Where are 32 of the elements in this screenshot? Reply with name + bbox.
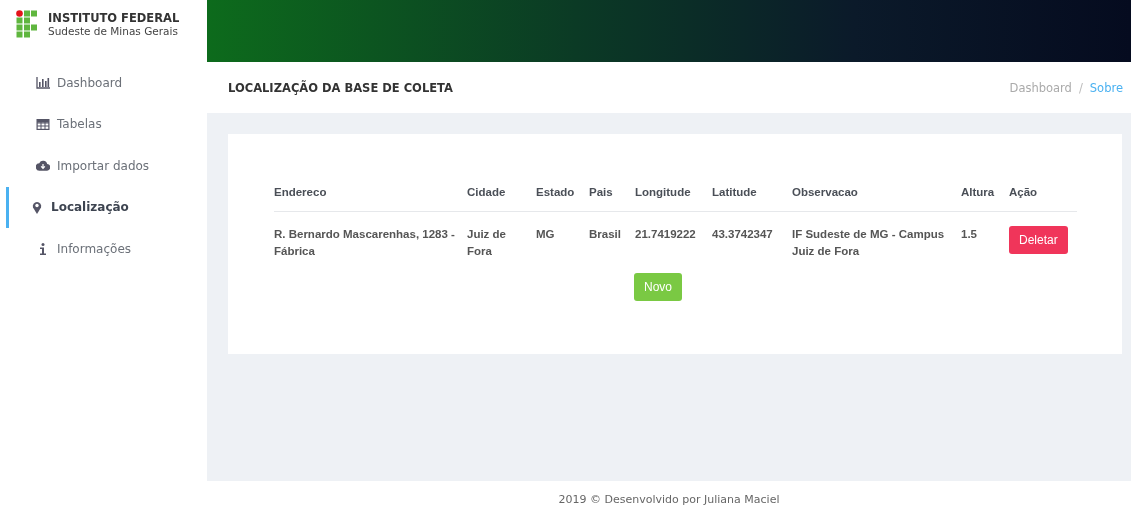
column-header: Latitude [712, 186, 757, 198]
column-header: Endereco [274, 186, 327, 198]
sidebar-item[interactable]: Importar dados [6, 145, 207, 187]
page-title: LOCALIZAÇÃO DA BASE DE COLETA [228, 80, 453, 95]
breadcrumb-separator: / [1078, 80, 1083, 95]
bar-chart-icon [36, 76, 50, 89]
column-header: Altura [961, 186, 995, 198]
map-pin-icon [30, 200, 44, 214]
sidebar-item[interactable]: Informações [6, 228, 207, 270]
sidebar-item[interactable]: Dashboard [6, 62, 207, 104]
table-cell: R. Bernardo Mascarenhas, 1283 - Fábrica [274, 228, 455, 257]
sidebar-item[interactable]: Tabelas [6, 103, 207, 145]
column-header: Cidade [467, 186, 506, 198]
column-header: Pais [589, 186, 613, 198]
delete-button[interactable]: Deletar [1009, 226, 1068, 254]
logo-icon [16, 10, 38, 38]
column-header: Estado [536, 186, 575, 198]
brand-title: INSTITUTO FEDERAL [48, 11, 180, 25]
footer-text: 2019 © Desenvolvido por Juliana Maciel [558, 492, 780, 506]
table-cell: 21.7419222 [635, 228, 696, 240]
table-icon [36, 118, 50, 130]
table-cell: MG [536, 228, 555, 240]
table-cell: Juiz de Fora [467, 228, 506, 257]
brand-subtitle: Sudeste de Minas Gerais [48, 24, 179, 37]
column-header: Ação [1009, 186, 1038, 198]
table-cell: IF Sudeste de MG - Campus Juiz de Fora [792, 228, 945, 257]
table-cell: 43.3742347 [712, 228, 773, 240]
table-cell: Brasil [589, 228, 621, 240]
cloud-download-icon [36, 160, 50, 172]
table-cell: 1.5 [961, 228, 977, 240]
column-header: Longitude [635, 186, 691, 198]
column-header: Observacao [792, 186, 858, 198]
